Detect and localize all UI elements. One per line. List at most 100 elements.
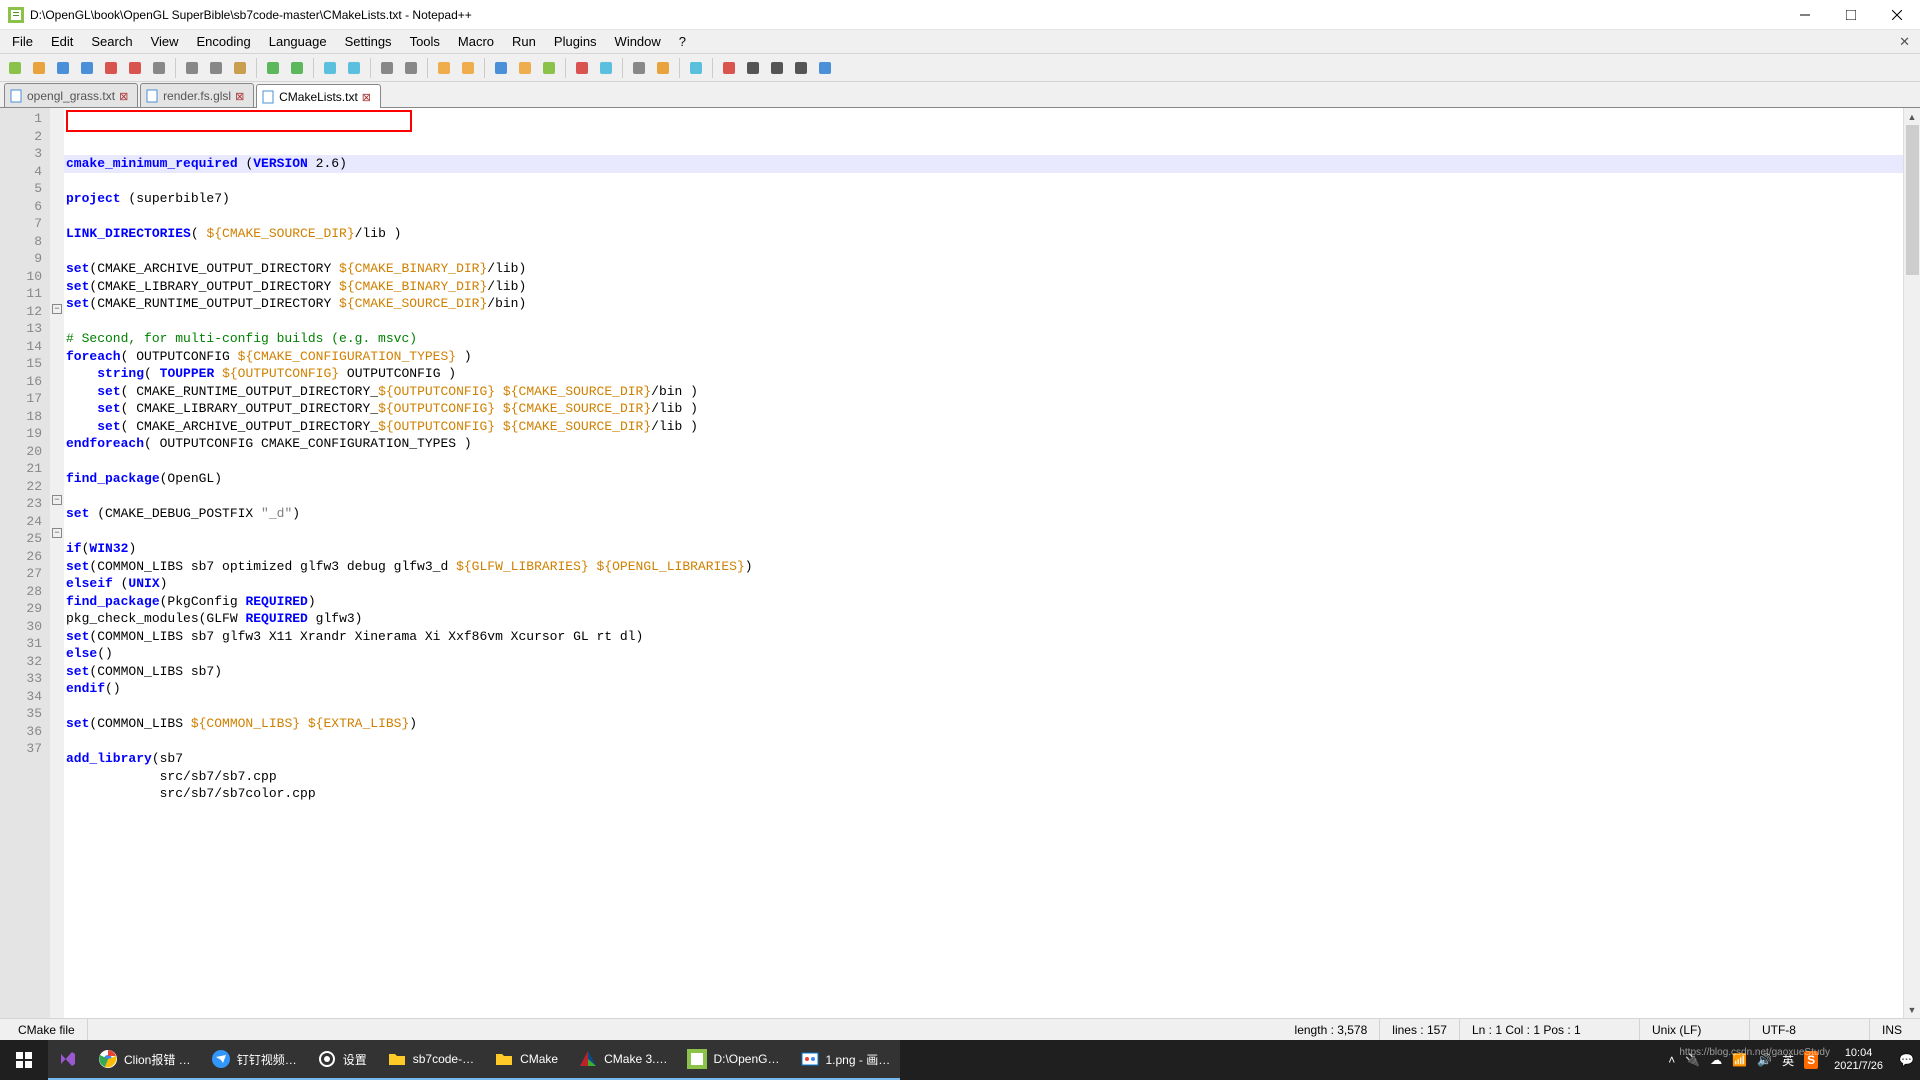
taskbar-app-cmake[interactable]: CMake 3.… <box>568 1040 677 1080</box>
stop-icon[interactable] <box>742 57 764 79</box>
code-line[interactable]: set(CMAKE_LIBRARY_OUTPUT_DIRECTORY ${CMA… <box>64 278 1920 296</box>
code-line[interactable] <box>64 243 1920 261</box>
code-line[interactable]: project (superbible7) <box>64 190 1920 208</box>
menu-file[interactable]: File <box>4 32 41 51</box>
code-line[interactable]: string( TOUPPER ${OUTPUTCONFIG} OUTPUTCO… <box>64 365 1920 383</box>
lang-icon[interactable] <box>571 57 593 79</box>
code-line[interactable]: add_library(sb7 <box>64 750 1920 768</box>
play-icon[interactable] <box>766 57 788 79</box>
code-line[interactable] <box>64 453 1920 471</box>
menu-window[interactable]: Window <box>607 32 669 51</box>
code-line[interactable]: src/sb7/sb7color.cpp <box>64 785 1920 803</box>
menubar-close-icon[interactable]: ✕ <box>1889 32 1920 52</box>
code-line[interactable] <box>64 173 1920 191</box>
copy-icon[interactable] <box>205 57 227 79</box>
save-all-icon[interactable] <box>76 57 98 79</box>
monitor-icon[interactable] <box>685 57 707 79</box>
zoom-out-icon[interactable] <box>400 57 422 79</box>
close-all-icon[interactable] <box>124 57 146 79</box>
menu-plugins[interactable]: Plugins <box>546 32 605 51</box>
wrap-icon[interactable] <box>490 57 512 79</box>
maximize-button[interactable] <box>1828 0 1874 30</box>
code-line[interactable]: find_package(OpenGL) <box>64 470 1920 488</box>
code-line[interactable]: set (CMAKE_DEBUG_POSTFIX "_d") <box>64 505 1920 523</box>
code-line[interactable]: src/sb7/sb7.cpp <box>64 768 1920 786</box>
tab-close-icon[interactable]: ⊠ <box>119 90 131 102</box>
record-icon[interactable] <box>718 57 740 79</box>
code-line[interactable]: set( CMAKE_RUNTIME_OUTPUT_DIRECTORY_${OU… <box>64 383 1920 401</box>
tab-CMakeLists-txt[interactable]: CMakeLists.txt⊠ <box>256 84 381 108</box>
tray-notifications-icon[interactable]: 💬 <box>1899 1053 1914 1067</box>
tray-clock[interactable]: 10:04 2021/7/26 <box>1828 1047 1889 1073</box>
cut-icon[interactable] <box>181 57 203 79</box>
find-icon[interactable] <box>319 57 341 79</box>
taskbar-app-vs[interactable] <box>48 1040 88 1080</box>
menu-tools[interactable]: Tools <box>402 32 448 51</box>
tab-opengl_grass-txt[interactable]: opengl_grass.txt⊠ <box>4 83 138 107</box>
code-line[interactable]: set(COMMON_LIBS ${COMMON_LIBS} ${EXTRA_L… <box>64 715 1920 733</box>
code-line[interactable]: set(CMAKE_ARCHIVE_OUTPUT_DIRECTORY ${CMA… <box>64 260 1920 278</box>
code-line[interactable]: else() <box>64 645 1920 663</box>
redo-icon[interactable] <box>286 57 308 79</box>
menu-settings[interactable]: Settings <box>337 32 400 51</box>
close-icon[interactable] <box>100 57 122 79</box>
save-icon[interactable] <box>52 57 74 79</box>
scroll-up-icon[interactable]: ▲ <box>1904 108 1920 125</box>
code-line[interactable]: LINK_DIRECTORIES( ${CMAKE_SOURCE_DIR}/li… <box>64 225 1920 243</box>
sync-h-icon[interactable] <box>457 57 479 79</box>
taskbar-app-folder[interactable]: sb7code-… <box>377 1040 484 1080</box>
code-line[interactable]: endforeach( OUTPUTCONFIG CMAKE_CONFIGURA… <box>64 435 1920 453</box>
close-window-button[interactable] <box>1874 0 1920 30</box>
code-line[interactable]: set(COMMON_LIBS sb7 glfw3 X11 Xrandr Xin… <box>64 628 1920 646</box>
taskbar-app-gear[interactable]: 设置 <box>307 1040 377 1080</box>
tab-close-icon[interactable]: ⊠ <box>235 90 247 102</box>
undo-icon[interactable] <box>262 57 284 79</box>
all-chars-icon[interactable] <box>514 57 536 79</box>
code-line[interactable]: set( CMAKE_ARCHIVE_OUTPUT_DIRECTORY_${OU… <box>64 418 1920 436</box>
menu-macro[interactable]: Macro <box>450 32 502 51</box>
code-line[interactable]: endif() <box>64 680 1920 698</box>
start-button[interactable] <box>0 1040 48 1080</box>
code-editor[interactable]: cmake_minimum_required (VERSION 2.6) proj… <box>64 108 1920 1018</box>
taskbar-app-paint[interactable]: 1.png - 画… <box>790 1040 901 1080</box>
code-line[interactable]: elseif (UNIX) <box>64 575 1920 593</box>
code-line[interactable]: find_package(PkgConfig REQUIRED) <box>64 593 1920 611</box>
scroll-thumb[interactable] <box>1906 125 1919 275</box>
menu-encoding[interactable]: Encoding <box>189 32 259 51</box>
code-line[interactable]: pkg_check_modules(GLFW REQUIRED glfw3) <box>64 610 1920 628</box>
code-line[interactable] <box>64 488 1920 506</box>
folder-icon[interactable] <box>652 57 674 79</box>
print-icon[interactable] <box>148 57 170 79</box>
play-multi-icon[interactable] <box>790 57 812 79</box>
code-line[interactable]: # Second, for multi-config builds (e.g. … <box>64 330 1920 348</box>
taskbar-app-dingtalk[interactable]: 钉钉视频… <box>201 1040 307 1080</box>
doc-map-icon[interactable] <box>595 57 617 79</box>
code-line[interactable]: set(COMMON_LIBS sb7) <box>64 663 1920 681</box>
open-icon[interactable] <box>28 57 50 79</box>
code-line[interactable]: if(WIN32) <box>64 540 1920 558</box>
save-macro-icon[interactable] <box>814 57 836 79</box>
menu-edit[interactable]: Edit <box>43 32 81 51</box>
vertical-scrollbar[interactable]: ▲ ▼ <box>1903 108 1920 1018</box>
new-icon[interactable] <box>4 57 26 79</box>
code-line[interactable]: foreach( OUTPUTCONFIG ${CMAKE_CONFIGURAT… <box>64 348 1920 366</box>
menu-language[interactable]: Language <box>261 32 335 51</box>
code-line[interactable]: set( CMAKE_LIBRARY_OUTPUT_DIRECTORY_${OU… <box>64 400 1920 418</box>
tray-chevron-icon[interactable]: ˄ <box>1668 1053 1675 1067</box>
replace-icon[interactable] <box>343 57 365 79</box>
menu-run[interactable]: Run <box>504 32 544 51</box>
menu-help[interactable]: ? <box>671 32 694 51</box>
menu-search[interactable]: Search <box>83 32 140 51</box>
code-line[interactable]: cmake_minimum_required (VERSION 2.6) <box>64 155 1920 173</box>
func-list-icon[interactable] <box>628 57 650 79</box>
paste-icon[interactable] <box>229 57 251 79</box>
minimize-button[interactable] <box>1782 0 1828 30</box>
code-line[interactable]: set(COMMON_LIBS sb7 optimized glfw3 debu… <box>64 558 1920 576</box>
indent-guide-icon[interactable] <box>538 57 560 79</box>
code-line[interactable] <box>64 208 1920 226</box>
code-line[interactable] <box>64 313 1920 331</box>
sync-v-icon[interactable] <box>433 57 455 79</box>
scroll-down-icon[interactable]: ▼ <box>1904 1001 1920 1018</box>
taskbar-app-chrome[interactable]: Clion报错 … <box>88 1040 201 1080</box>
code-line[interactable] <box>64 733 1920 751</box>
